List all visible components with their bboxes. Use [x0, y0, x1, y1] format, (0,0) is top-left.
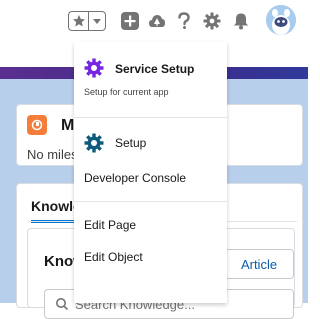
- milestone-icon: [27, 115, 47, 135]
- help-button[interactable]: [175, 12, 193, 30]
- global-actions-button[interactable]: [121, 12, 139, 30]
- menu-item-edit-object[interactable]: Edit Object: [74, 247, 227, 267]
- favorites-button-group: [68, 11, 106, 31]
- menu-item-service-setup[interactable]: Service Setup Setup for current app: [74, 52, 227, 100]
- user-avatar[interactable]: [266, 5, 296, 35]
- bell-icon: [234, 13, 248, 30]
- setup-menu: Service Setup Setup for current app Setu…: [74, 42, 227, 303]
- star-icon: [72, 15, 85, 27]
- new-article-button[interactable]: Article: [224, 249, 294, 279]
- astro-avatar-icon: [266, 5, 296, 35]
- milestones-card-title: M: [61, 117, 75, 134]
- menu-item-edit-page[interactable]: Edit Page: [74, 215, 227, 235]
- menu-item-label: Developer Console: [84, 171, 187, 185]
- menu-item-setup[interactable]: Setup: [74, 132, 227, 154]
- menu-item-label: Edit Page: [84, 218, 137, 232]
- notifications-button[interactable]: [232, 12, 250, 30]
- search-icon: [56, 298, 69, 311]
- trailhead-icon: [149, 15, 165, 27]
- menu-item-label: Service Setup: [115, 62, 195, 76]
- menu-item-label: Setup: [115, 136, 147, 150]
- menu-divider: [74, 117, 227, 118]
- favorites-button[interactable]: [69, 12, 90, 30]
- setup-button[interactable]: [203, 12, 221, 30]
- global-header: [0, 0, 308, 42]
- chevron-down-icon: [93, 19, 102, 24]
- setup-gear-icon: [84, 133, 104, 153]
- menu-item-developer-console[interactable]: Developer Console: [74, 168, 227, 188]
- service-setup-gear-icon: [84, 58, 104, 78]
- gear-icon: [203, 12, 221, 30]
- menu-item-subtitle: Setup for current app: [84, 87, 169, 97]
- menu-divider: [74, 201, 227, 202]
- plus-icon: [121, 12, 139, 30]
- question-icon: [178, 12, 190, 29]
- menu-item-label: Edit Object: [84, 250, 143, 264]
- favorites-list-button[interactable]: [89, 12, 105, 30]
- trailhead-button[interactable]: [148, 12, 166, 30]
